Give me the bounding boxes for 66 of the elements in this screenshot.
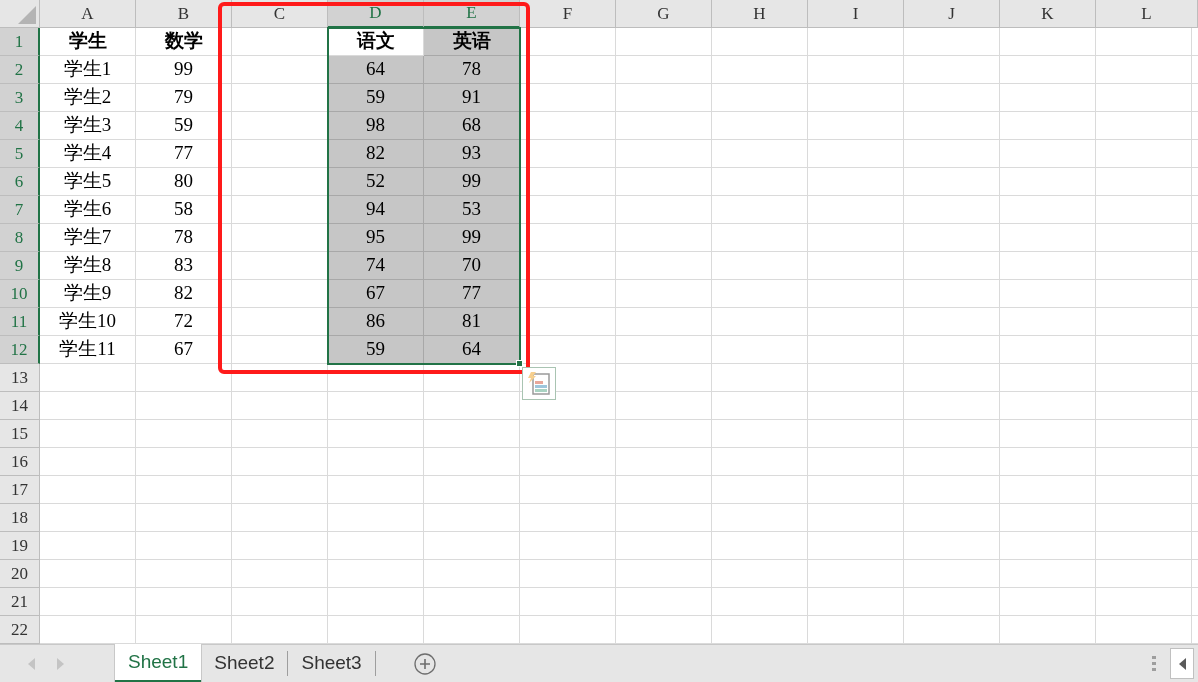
table-cell: 98 (328, 112, 424, 140)
column-header[interactable]: I (808, 0, 904, 28)
table-cell: 81 (424, 308, 520, 336)
table-cell: 78 (424, 56, 520, 84)
caret-left-icon (1178, 657, 1186, 670)
column-header[interactable]: J (904, 0, 1000, 28)
table-cell: 99 (424, 224, 520, 252)
row-header[interactable]: 5 (0, 140, 40, 168)
column-header[interactable]: H (712, 0, 808, 28)
row-header[interactable]: 19 (0, 532, 40, 560)
select-all-icon[interactable] (18, 6, 36, 24)
row-header[interactable]: 9 (0, 252, 40, 280)
column-header[interactable]: F (520, 0, 616, 28)
row-header[interactable]: 3 (0, 84, 40, 112)
sheet-tab[interactable]: Sheet1 (115, 644, 202, 682)
row-header[interactable]: 16 (0, 448, 40, 476)
table-cell: 59 (328, 84, 424, 112)
row-header[interactable]: 10 (0, 280, 40, 308)
table-cell: 82 (328, 140, 424, 168)
row-header[interactable]: 8 (0, 224, 40, 252)
table-cell: 67 (328, 280, 424, 308)
column-header[interactable]: K (1000, 0, 1096, 28)
table-cell: 68 (424, 112, 520, 140)
table-cell: 93 (424, 140, 520, 168)
row-header[interactable]: 20 (0, 560, 40, 588)
column-header[interactable]: G (616, 0, 712, 28)
row-header[interactable]: 7 (0, 196, 40, 224)
row-header[interactable]: 1 (0, 28, 40, 56)
row-header[interactable]: 6 (0, 168, 40, 196)
previous-sheet-icon[interactable] (28, 657, 36, 670)
column-header[interactable]: B (136, 0, 232, 28)
table-cell: 70 (424, 252, 520, 280)
table-cell: 91 (424, 84, 520, 112)
table-cell: 99 (424, 168, 520, 196)
table-cell: 64 (424, 336, 520, 364)
row-header[interactable]: 17 (0, 476, 40, 504)
table-cell: 英语 (424, 28, 520, 56)
row-header[interactable]: 18 (0, 504, 40, 532)
table-cell: 74 (328, 252, 424, 280)
row-header[interactable]: 13 (0, 364, 40, 392)
table-cell: 95 (328, 224, 424, 252)
table-cell: 59 (328, 336, 424, 364)
sheet-tab[interactable]: Sheet3 (288, 645, 375, 682)
clipboard-icon (527, 371, 551, 396)
splitter-handle-icon[interactable] (1152, 655, 1156, 672)
row-header[interactable]: 2 (0, 56, 40, 84)
add-sheet-icon[interactable] (413, 652, 436, 675)
row-header[interactable]: 22 (0, 616, 40, 644)
scroll-left-button[interactable] (1170, 648, 1194, 679)
row-header[interactable]: 21 (0, 588, 40, 616)
table-cell: 53 (424, 196, 520, 224)
row-header[interactable]: 11 (0, 308, 40, 336)
column-header[interactable]: A (40, 0, 136, 28)
fill-handle[interactable] (516, 360, 523, 367)
table-cell: 77 (424, 280, 520, 308)
table-cell: 94 (328, 196, 424, 224)
column-header[interactable]: L (1096, 0, 1198, 28)
sheet-tab[interactable]: Sheet2 (201, 645, 288, 682)
row-header[interactable]: 14 (0, 392, 40, 420)
table-cell: 52 (328, 168, 424, 196)
table-cell: 86 (328, 308, 424, 336)
row-header[interactable]: 4 (0, 112, 40, 140)
next-sheet-icon[interactable] (56, 657, 64, 670)
row-header[interactable]: 12 (0, 336, 40, 364)
table-cell: 64 (328, 56, 424, 84)
row-header[interactable]: 15 (0, 420, 40, 448)
